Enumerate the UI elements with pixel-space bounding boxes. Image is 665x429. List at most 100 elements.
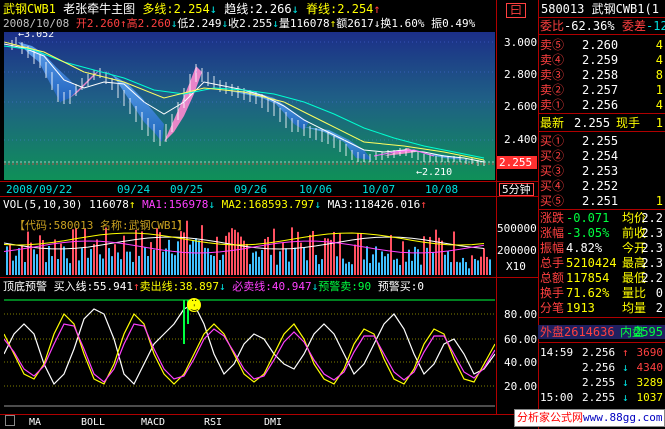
volume-chart[interactable]: 【代码:580013 名称:武钢CWB1】 [4, 213, 495, 275]
ratio-label: 委比 [540, 19, 565, 33]
volume-bar [138, 255, 140, 275]
volume-bar [171, 253, 173, 275]
volume-bar [486, 256, 488, 275]
volume-bar [210, 254, 212, 275]
volume-bar [288, 261, 290, 275]
tab-rsi[interactable]: RSI [200, 416, 226, 429]
vol-ma3: MA3:118426.016 [327, 198, 421, 211]
volume-bar [237, 232, 239, 275]
stat-row: 总额 117854 最低 2.2 [540, 271, 663, 285]
volume-bar [69, 263, 71, 275]
volume-bar [60, 243, 62, 275]
down-arrow-icon: ↓ [209, 2, 217, 16]
stat-row: 总手 5210424 最高 2.3 [540, 256, 663, 270]
volume-bar [450, 262, 452, 275]
up-arrow-icon: ↑ [128, 198, 136, 211]
volume-bar [330, 239, 332, 275]
volume-bar [411, 260, 413, 275]
high-price: 高2.260 [126, 17, 171, 30]
indicator-name[interactable]: 老张牵牛主图 [63, 2, 135, 16]
ridge-line-value: 脊线:2.254 [306, 2, 374, 16]
tab-dmi[interactable]: DMI [260, 416, 286, 429]
volume-bar [312, 230, 314, 275]
open-price: 开2.260 [75, 17, 120, 30]
price-label: 2.400 [504, 133, 538, 146]
volume-bar [114, 244, 116, 275]
date-label: 2008/09/22 [6, 183, 73, 196]
volume-bar [324, 238, 326, 275]
volume-bar [189, 244, 191, 275]
volume-bar [282, 242, 284, 275]
volume-bar [225, 235, 227, 275]
outer-inner-row: 外盘 2614636 内盘 2595 [538, 325, 665, 339]
volume-bar [468, 268, 470, 275]
ask-row-2: 卖② 2.257 1 [540, 83, 663, 97]
volume-bar [447, 251, 449, 275]
volume-bar [390, 234, 392, 275]
osc-scale-label: 60.00 [504, 333, 538, 346]
volume-bar [318, 264, 320, 275]
volume-bar [333, 231, 335, 275]
osc-scale-label: 40.00 [504, 356, 538, 369]
code-overlay: 【代码:580013 名称:武钢CWB1】 [14, 219, 189, 232]
volume-bar [456, 261, 458, 275]
volume-bar [462, 257, 464, 275]
volume-bar [465, 262, 467, 275]
volume-bar [372, 254, 374, 275]
osc-must-sell: 必卖线:40.947 [232, 280, 312, 293]
volume-bar [234, 229, 236, 275]
volume-bar [291, 227, 293, 275]
volume-bar [150, 242, 152, 275]
volume-bar [48, 246, 50, 275]
date-label: 10/06 [299, 183, 333, 196]
stat-row: 振幅 4.82% 今开 2.3 [540, 241, 663, 255]
vol-ma2: MA2:168593.797 [221, 198, 315, 211]
volume-bar [348, 261, 350, 275]
down-arrow-icon: ↓ [291, 2, 299, 16]
volume-bar [264, 238, 266, 275]
date-label: 09/24 [117, 183, 151, 196]
volume-bar [381, 251, 383, 275]
main-chart[interactable]: ←3.052 ←2.210 [4, 32, 495, 180]
volume-bar [228, 232, 230, 275]
volume-bar [441, 240, 443, 275]
period-selector[interactable]: 5分钟 [499, 183, 534, 196]
volume-bar [396, 258, 398, 275]
osc-scale-label: 20.00 [504, 380, 538, 393]
volume-bar [369, 263, 371, 275]
date-label: 09/25 [170, 183, 204, 196]
volume-bar [342, 258, 344, 275]
volume-bar [21, 245, 23, 275]
bid-row-1: 买① 2.255 [540, 134, 619, 148]
volume-bar [219, 259, 221, 275]
volume-bar [159, 232, 161, 275]
volume-bar [213, 256, 215, 275]
volume-bar [453, 231, 455, 275]
tab-ma[interactable]: MA [22, 416, 48, 429]
turnover-value: 换1.60% [380, 17, 425, 30]
osc-sell-out: 卖出线:38.897 [139, 280, 219, 293]
oscillator-chart[interactable]: :-) [4, 294, 495, 412]
scroll-button[interactable] [5, 415, 15, 426]
osc-warn-buy: 预警买:0 [377, 280, 424, 293]
vol-scale-label: 500000 [497, 222, 537, 235]
volume-bar [144, 247, 146, 275]
volume-bar [129, 251, 131, 275]
tab-macd[interactable]: MACD [138, 416, 168, 429]
volume-bar [99, 254, 101, 275]
volume-bar [405, 261, 407, 275]
volume-bar [261, 250, 263, 275]
tab-boll[interactable]: BOLL [78, 416, 108, 429]
low-price: 低2.249 [177, 17, 222, 30]
volume-bar [72, 229, 74, 275]
last-price-row: 最新 2.255 现手 1 [540, 116, 663, 130]
osc-buy-line: 买入线:55.941 [53, 280, 133, 293]
volume-bar [252, 252, 254, 275]
volume-bar [438, 237, 440, 275]
stat-row: 分笔 1913 均量 2 [540, 301, 663, 315]
volume-bar [384, 256, 386, 275]
collapse-button[interactable]: 曰 [506, 3, 527, 18]
volume-bar [75, 228, 77, 275]
osc-name: 顶底预警 [3, 280, 47, 293]
amount-value: 额2617 [336, 17, 374, 30]
